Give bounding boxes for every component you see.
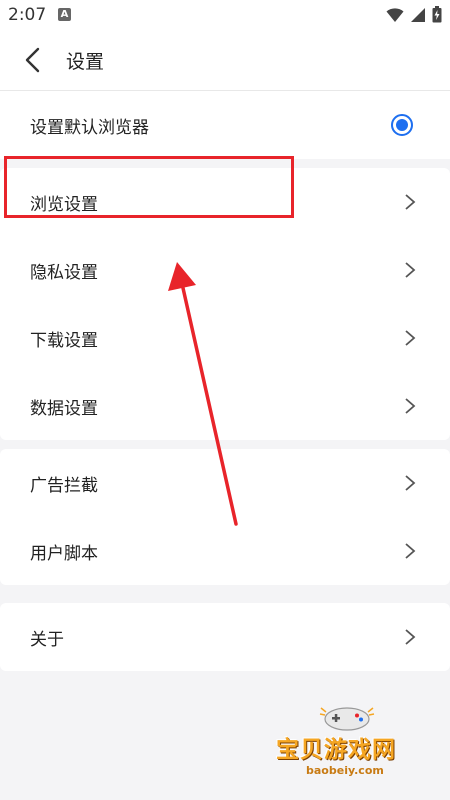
- watermark-text: 宝贝游戏网: [276, 737, 396, 763]
- default-browser-radio[interactable]: [391, 114, 413, 136]
- privacy-settings-row[interactable]: 隐私设置: [0, 236, 450, 304]
- status-icons: [386, 6, 442, 23]
- chevron-right-icon: [405, 330, 416, 346]
- watermark-url: baobeiy.com: [306, 764, 384, 777]
- ad-block-row[interactable]: 广告拦截: [0, 449, 450, 517]
- user-scripts-row[interactable]: 用户脚本: [0, 517, 450, 585]
- set-default-browser-row[interactable]: 设置默认浏览器: [0, 91, 450, 159]
- watermark: 宝贝游戏网 baobeiy.com: [272, 700, 422, 795]
- chevron-right-icon: [405, 194, 416, 210]
- chevron-right-icon: [405, 398, 416, 414]
- user-scripts-label: 用户脚本: [30, 543, 98, 564]
- signal-icon: [411, 7, 425, 22]
- chevron-right-icon: [405, 262, 416, 278]
- chevron-left-icon: [25, 47, 40, 73]
- back-button[interactable]: [20, 44, 50, 76]
- about-row[interactable]: 关于: [0, 603, 450, 671]
- data-settings-row[interactable]: 数据设置: [0, 372, 450, 440]
- radio-dot-icon: [396, 119, 408, 131]
- app-header: 设置: [0, 30, 450, 90]
- battery-icon: [432, 6, 442, 23]
- gamepad-logo-icon: [319, 707, 375, 731]
- ad-block-label: 广告拦截: [30, 475, 98, 496]
- default-browser-section: 设置默认浏览器: [0, 91, 450, 159]
- privacy-settings-label: 隐私设置: [30, 262, 98, 283]
- about-section: 关于: [0, 603, 450, 671]
- extensions-section: 广告拦截 用户脚本: [0, 449, 450, 585]
- chevron-right-icon: [405, 629, 416, 645]
- chevron-right-icon: [405, 543, 416, 559]
- wifi-icon: [386, 7, 404, 22]
- status-time: 2:07: [8, 5, 47, 25]
- download-settings-label: 下载设置: [30, 330, 98, 351]
- page-title: 设置: [66, 51, 105, 73]
- data-settings-label: 数据设置: [30, 398, 98, 419]
- chevron-right-icon: [405, 475, 416, 491]
- notification-a-icon: A: [58, 8, 71, 21]
- browser-settings-section: 浏览设置 隐私设置 下载设置 数据设置: [0, 168, 450, 440]
- browsing-settings-label: 浏览设置: [30, 194, 98, 215]
- about-label: 关于: [30, 629, 64, 650]
- download-settings-row[interactable]: 下载设置: [0, 304, 450, 372]
- status-bar: 2:07 A: [0, 0, 450, 30]
- browsing-settings-row[interactable]: 浏览设置: [0, 168, 450, 236]
- set-default-browser-label: 设置默认浏览器: [30, 117, 149, 138]
